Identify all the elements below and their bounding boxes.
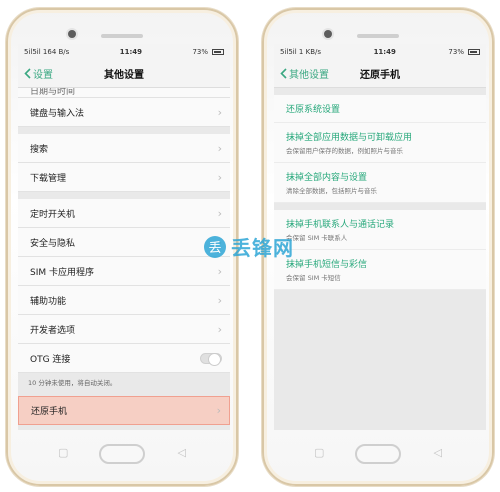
reset-system-settings[interactable]: 还原系统设置: [274, 95, 486, 123]
screen-other-settings: 5il5il 164 B/s 11:49 73% 设置 其他设置 日期与时间 键…: [18, 44, 230, 430]
chevron-left-icon: [24, 68, 31, 79]
chevron-right-icon: ›: [217, 264, 222, 278]
screen-reset-phone: 5il5il 1 KB/s 11:49 73% 其他设置 还原手机 还原系统设置…: [274, 44, 486, 430]
battery-percent: 73%: [192, 48, 208, 56]
list-item-accessibility[interactable]: 辅助功能 ›: [18, 286, 230, 315]
signal-indicator: 5il5il 1 KB/s: [280, 48, 321, 56]
recent-apps-icon[interactable]: ▢: [314, 446, 324, 459]
settings-list: 日期与时间 键盘与输入法› 搜索› 下载管理› 定时开关机› 安全与隐私› SI…: [18, 88, 230, 425]
hardware-nav: ▢ ◁: [264, 436, 492, 470]
back-nav-icon[interactable]: ◁: [434, 446, 442, 459]
otg-note: 10 分钟未使用，将自动关闭。: [18, 373, 230, 396]
battery-icon: [212, 49, 224, 55]
front-camera: [324, 30, 332, 38]
erase-contacts-calls[interactable]: 抹掉手机联系人与通话记录 会保留 SIM 卡联系人: [274, 210, 486, 250]
list-item-developer[interactable]: 开发者选项 ›: [18, 315, 230, 344]
phone-top-bar: [264, 24, 492, 44]
list-item-reset-phone[interactable]: 还原手机 ›: [18, 396, 230, 425]
status-right: 73%: [448, 48, 480, 56]
section-gap: [274, 203, 486, 210]
erase-all-content[interactable]: 抹掉全部内容与设置 清除全部数据，包括照片与音乐: [274, 163, 486, 203]
status-bar: 5il5il 164 B/s 11:49 73%: [18, 44, 230, 60]
chevron-right-icon: ›: [217, 206, 222, 220]
phone-right: 5il5il 1 KB/s 11:49 73% 其他设置 还原手机 还原系统设置…: [262, 8, 494, 486]
back-button[interactable]: 设置: [24, 66, 53, 81]
chevron-right-icon: ›: [217, 105, 222, 119]
back-label: 设置: [33, 70, 53, 81]
erase-app-data[interactable]: 抹掉全部应用数据与可卸载应用 会保留用户保存的数据，例如照片与音乐: [274, 123, 486, 163]
earpiece-speaker: [357, 34, 399, 38]
section-gap: [18, 127, 230, 134]
chevron-right-icon: ›: [216, 404, 221, 417]
back-nav-icon[interactable]: ◁: [178, 446, 186, 459]
signal-indicator: 5il5il 164 B/s: [24, 48, 70, 56]
home-button[interactable]: [355, 444, 401, 464]
title-bar: 其他设置 还原手机: [274, 60, 486, 88]
section-gap: [18, 192, 230, 199]
list-item-keyboard[interactable]: 键盘与输入法 ›: [18, 98, 230, 127]
watermark-logo-icon: 丢: [204, 235, 226, 258]
home-button[interactable]: [99, 444, 145, 464]
status-time: 11:49: [119, 48, 143, 56]
earpiece-speaker: [101, 34, 143, 38]
title-bar: 设置 其他设置: [18, 60, 230, 88]
watermark: 丢 丢锋网: [204, 232, 294, 261]
reset-options-group-2: 抹掉手机联系人与通话记录 会保留 SIM 卡联系人 抹掉手机短信与彩信 会保留 …: [274, 210, 486, 290]
battery-percent: 73%: [448, 48, 464, 56]
erase-sms-mms[interactable]: 抹掉手机短信与彩信 会保留 SIM 卡短信: [274, 250, 486, 290]
list-item-date-time[interactable]: 日期与时间: [18, 88, 230, 98]
list-item-timer[interactable]: 定时开关机 ›: [18, 199, 230, 228]
list-item-search[interactable]: 搜索 ›: [18, 134, 230, 163]
chevron-right-icon: ›: [217, 293, 222, 307]
list-item-downloads[interactable]: 下载管理 ›: [18, 163, 230, 192]
list-item-sim[interactable]: SIM 卡应用程序 ›: [18, 257, 230, 286]
reset-options-group-1: 还原系统设置 抹掉全部应用数据与可卸载应用 会保留用户保存的数据，例如照片与音乐…: [274, 95, 486, 203]
front-camera: [68, 30, 76, 38]
chevron-left-icon: [280, 68, 287, 79]
status-bar: 5il5il 1 KB/s 11:49 73%: [274, 44, 486, 60]
status-time: 11:49: [373, 48, 396, 56]
phone-top-bar: [8, 24, 236, 44]
back-button[interactable]: 其他设置: [280, 66, 329, 81]
status-right: 73%: [192, 48, 224, 56]
list-item-otg: OTG 连接: [18, 344, 230, 373]
list-item-security[interactable]: 安全与隐私›: [18, 228, 230, 257]
chevron-right-icon: ›: [217, 141, 222, 155]
watermark-text: 丢锋网: [231, 236, 294, 260]
otg-toggle[interactable]: [200, 352, 222, 366]
battery-icon: [467, 49, 480, 55]
chevron-right-icon: ›: [217, 322, 222, 336]
back-label: 其他设置: [289, 70, 329, 81]
recent-apps-icon[interactable]: ▢: [58, 446, 68, 459]
hardware-nav: ▢ ◁: [8, 436, 236, 470]
chevron-right-icon: ›: [217, 170, 222, 184]
section-gap: [274, 88, 486, 95]
